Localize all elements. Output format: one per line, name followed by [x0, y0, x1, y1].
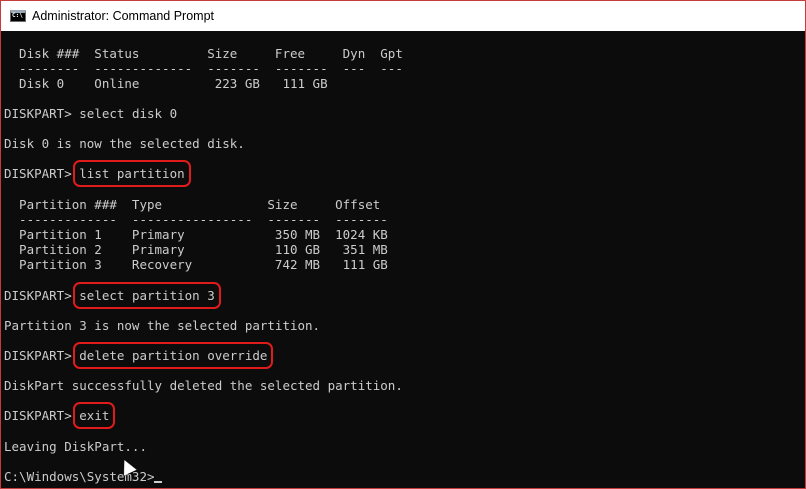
command-prompt-window: Administrator: Command Prompt Disk ### S… [0, 0, 806, 489]
disk-table-header: Disk ### Status Size Free Dyn Gpt [4, 46, 403, 61]
highlighted-command: list partition [73, 160, 191, 187]
window-title: Administrator: Command Prompt [32, 9, 215, 23]
title-bar[interactable]: Administrator: Command Prompt [1, 1, 805, 31]
text-cursor [154, 481, 162, 483]
table-row: Partition 3 Recovery 742 MB 111 GB [4, 257, 388, 272]
message-deleted: DiskPart successfully deleted the select… [4, 378, 403, 393]
command-text: select disk 0 [79, 106, 178, 121]
command-line-exit: DISKPART> exit [4, 402, 116, 429]
cmd-app-icon [10, 10, 26, 22]
partition-table-rule: ------------- ---------------- ------- -… [4, 212, 388, 227]
prompt: DISKPART> [4, 348, 80, 363]
console-output[interactable]: Disk ### Status Size Free Dyn Gpt ------… [1, 31, 805, 488]
highlighted-command: select partition 3 [73, 282, 221, 309]
command-line-select-partition: DISKPART> select partition 3 [4, 282, 221, 309]
prompt: DISKPART> [4, 106, 80, 121]
partition-table-header: Partition ### Type Size Offset [4, 197, 381, 212]
highlighted-command: exit [73, 402, 116, 429]
highlighted-command: delete partition override [73, 342, 274, 369]
message-leaving: Leaving DiskPart... [4, 439, 147, 454]
command-line-delete-partition: DISKPART> delete partition override [4, 342, 274, 369]
table-row: Partition 1 Primary 350 MB 1024 KB [4, 227, 388, 242]
message-disk-selected: Disk 0 is now the selected disk. [4, 136, 245, 151]
command-line-list-partition: DISKPART> list partition [4, 160, 191, 187]
message-partition-selected: Partition 3 is now the selected partitio… [4, 318, 321, 333]
table-row: Partition 2 Primary 110 GB 351 MB [4, 242, 388, 257]
disk-table-rule: -------- ------------- ------- ------- -… [4, 61, 403, 76]
prompt: DISKPART> [4, 288, 80, 303]
disk-table-row: Disk 0 Online 223 GB 111 GB [4, 76, 328, 91]
prompt: DISKPART> [4, 408, 80, 423]
prompt: DISKPART> [4, 166, 80, 181]
command-line-select-disk: DISKPART> select disk 0 [4, 106, 177, 121]
